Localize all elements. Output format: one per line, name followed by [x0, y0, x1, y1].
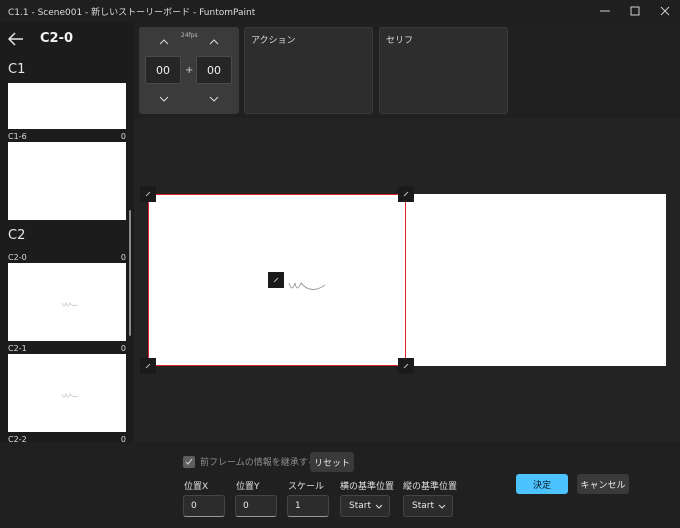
shot-name: C2-0 — [8, 252, 27, 262]
inherit-label: 前フレームの情報を継承する — [200, 458, 317, 468]
resize-handle-bottom-right[interactable] — [398, 358, 414, 374]
frame-count: 0 — [120, 343, 126, 353]
canvas-next-frame — [406, 194, 666, 366]
move-icon — [273, 277, 279, 283]
pos-y-label: 位置Y — [236, 482, 260, 492]
inherit-checkbox[interactable] — [183, 455, 195, 468]
reset-button[interactable]: リセット — [310, 452, 354, 472]
thumbnail-label: C2-1 0 — [8, 342, 126, 354]
cancel-button[interactable]: キャンセル — [577, 474, 629, 494]
inherit-checkbox-row: 前フレームの情報を継承する — [183, 455, 317, 468]
chevron-up-icon — [159, 39, 169, 45]
scale-label: スケール — [288, 482, 325, 492]
action-panel-title: アクション — [251, 36, 296, 46]
shot-name: C2-1 — [8, 343, 27, 353]
h-anchor-value: Start — [349, 501, 371, 511]
shot-thumbnail[interactable] — [8, 83, 126, 129]
action-panel[interactable]: アクション — [244, 27, 373, 114]
v-anchor-label: 縦の基準位置 — [403, 482, 458, 492]
pos-x-input[interactable]: 0 — [183, 495, 225, 517]
h-anchor-dropdown[interactable]: Start — [340, 495, 390, 517]
current-shot-title: C2-0 — [40, 31, 74, 46]
chevron-down-icon — [375, 504, 383, 509]
plus-label: + — [185, 65, 194, 76]
v-anchor-value: Start — [412, 501, 434, 511]
shot-name: C1-6 — [8, 131, 27, 141]
app-window: C1.1 - Scene001 - 新しいストーリーボード - FuntomPa… — [0, 0, 680, 528]
chevron-down-icon — [438, 504, 446, 509]
resize-icon — [145, 191, 151, 197]
chevron-down-icon — [209, 96, 219, 102]
resize-handle-top-right[interactable] — [398, 186, 414, 202]
title-bar: C1.1 - Scene001 - 新しいストーリーボード - FuntomPa… — [0, 0, 680, 22]
sketch-mark — [61, 301, 79, 307]
resize-handle-top-left[interactable] — [140, 186, 156, 202]
pos-y-input[interactable]: 0 — [235, 495, 277, 517]
shot-thumbnail-selected[interactable] — [8, 263, 126, 341]
frames-up-button[interactable] — [207, 37, 221, 47]
thumbnail-label: C1-6 0 — [8, 130, 126, 142]
seconds-field[interactable]: 00 — [145, 56, 181, 84]
back-button[interactable] — [3, 26, 29, 52]
sidebar-scrollbar[interactable] — [129, 210, 131, 336]
window-title: C1.1 - Scene001 - 新しいストーリーボード - FuntomPa… — [8, 8, 256, 18]
scale-input[interactable]: 1 — [287, 495, 329, 517]
chevron-down-icon — [159, 96, 169, 102]
shot-thumbnail[interactable] — [8, 142, 126, 220]
dialogue-panel-title: セリフ — [386, 36, 414, 46]
thumbnail-label: C2-0 0 — [8, 251, 126, 263]
resize-icon — [403, 191, 409, 197]
seconds-down-button[interactable] — [157, 94, 171, 104]
frame-count: 0 — [120, 252, 126, 262]
maximize-button[interactable] — [620, 0, 650, 22]
frames-down-button[interactable] — [207, 94, 221, 104]
fps-label: 24fps — [181, 32, 198, 39]
checkmark-icon — [185, 458, 193, 465]
v-anchor-dropdown[interactable]: Start — [403, 495, 453, 517]
minimize-button[interactable] — [590, 0, 620, 22]
resize-icon — [403, 363, 409, 369]
move-handle-center[interactable] — [268, 272, 284, 288]
frames-field[interactable]: 00 — [196, 56, 232, 84]
chevron-up-icon — [209, 39, 219, 45]
close-icon — [660, 6, 670, 16]
pos-x-label: 位置X — [184, 482, 209, 492]
group-header: C2 — [8, 228, 26, 243]
maximize-icon — [630, 6, 640, 16]
group-header: C1 — [8, 62, 26, 77]
sketch-mark — [61, 392, 79, 398]
frame-count: 0 — [120, 131, 126, 141]
dialogue-panel[interactable]: セリフ — [379, 27, 508, 114]
arrow-left-icon — [8, 32, 23, 46]
h-anchor-label: 横の基準位置 — [340, 482, 395, 492]
close-button[interactable] — [650, 0, 680, 22]
seconds-up-button[interactable] — [157, 37, 171, 47]
ok-button[interactable]: 決定 — [516, 474, 568, 494]
shot-thumbnail[interactable] — [8, 354, 126, 432]
resize-icon — [145, 363, 151, 369]
frame-time-panel: 24fps 00 + 00 — [139, 27, 239, 114]
minimize-icon — [600, 10, 610, 12]
resize-handle-bottom-left[interactable] — [140, 358, 156, 374]
